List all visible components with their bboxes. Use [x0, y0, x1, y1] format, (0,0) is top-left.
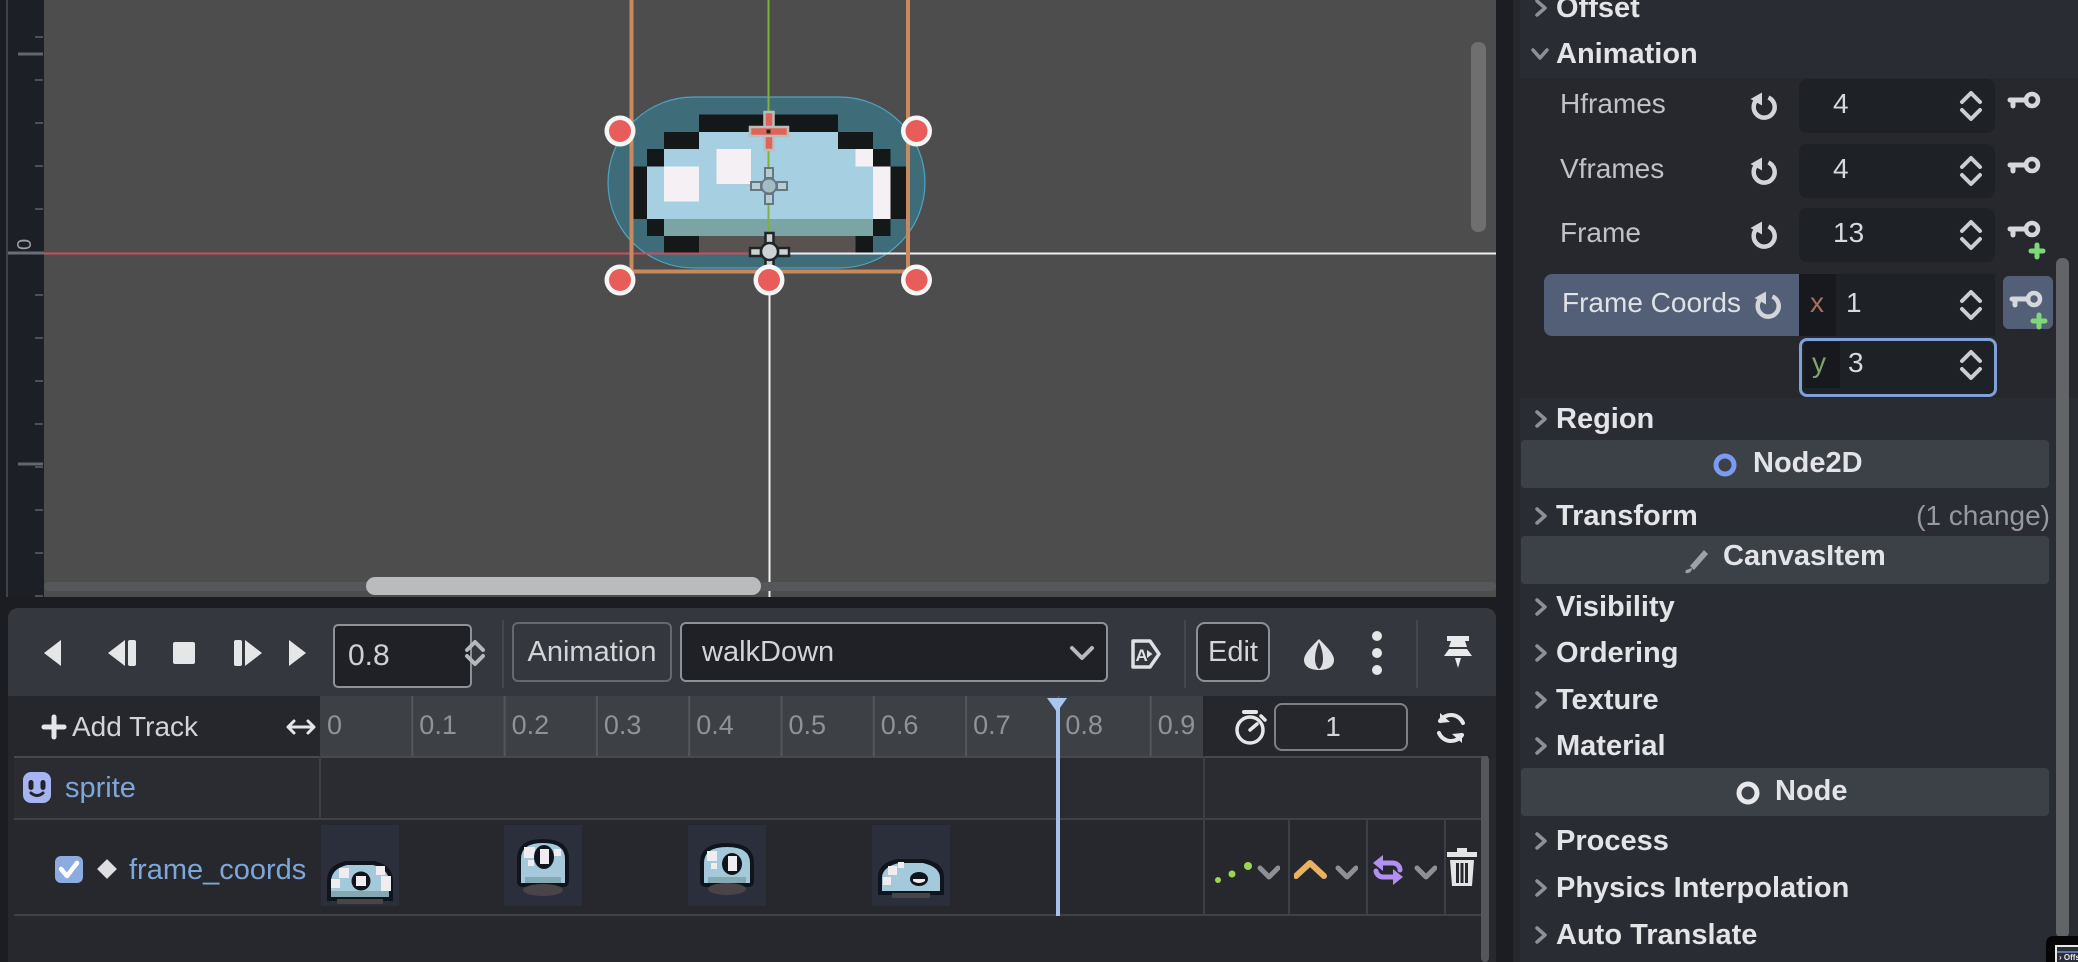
svg-text:0: 0: [327, 710, 342, 740]
svg-text:0.3: 0.3: [604, 710, 642, 740]
svg-text:0.4: 0.4: [696, 710, 734, 740]
svg-text:0.9: 0.9: [1158, 710, 1196, 740]
svg-text:0.2: 0.2: [512, 710, 550, 740]
svg-text:A: A: [1136, 646, 1148, 665]
svg-text:0.6: 0.6: [881, 710, 919, 740]
svg-text:0.1: 0.1: [419, 710, 457, 740]
svg-text:0.5: 0.5: [789, 710, 827, 740]
svg-text:0.8: 0.8: [1065, 710, 1103, 740]
svg-text:0.7: 0.7: [973, 710, 1011, 740]
